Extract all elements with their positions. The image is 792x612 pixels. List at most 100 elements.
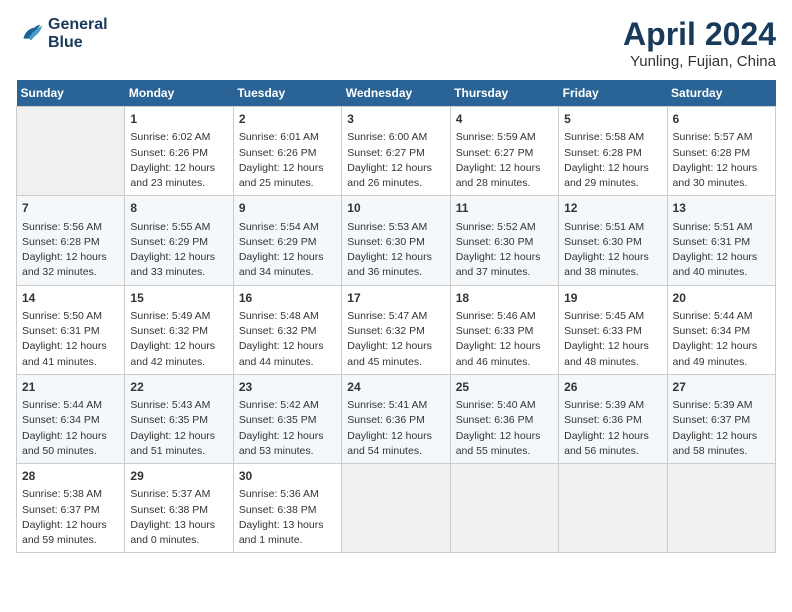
calendar-cell: 5 Sunrise: 5:58 AM Sunset: 6:28 PM Dayli… — [559, 107, 667, 196]
title-block: April 2024 Yunling, Fujian, China — [623, 16, 776, 70]
calendar-cell — [342, 464, 450, 553]
day-number: 3 — [347, 111, 444, 128]
sunset: Sunset: 6:35 PM — [130, 414, 208, 426]
day-number: 27 — [673, 379, 770, 396]
calendar-cell — [17, 107, 125, 196]
sunset: Sunset: 6:32 PM — [347, 325, 425, 337]
sunset: Sunset: 6:30 PM — [456, 236, 534, 248]
day-number: 17 — [347, 290, 444, 307]
sunset: Sunset: 6:29 PM — [130, 236, 208, 248]
sunset: Sunset: 6:36 PM — [347, 414, 425, 426]
calendar-table: Sunday Monday Tuesday Wednesday Thursday… — [16, 80, 776, 553]
sunrise: Sunrise: 5:56 AM — [22, 221, 102, 233]
col-monday: Monday — [125, 80, 233, 107]
calendar-week-3: 14 Sunrise: 5:50 AM Sunset: 6:31 PM Dayl… — [17, 285, 776, 374]
sunset: Sunset: 6:31 PM — [22, 325, 100, 337]
calendar-cell: 30 Sunrise: 5:36 AM Sunset: 6:38 PM Dayl… — [233, 464, 341, 553]
sunset: Sunset: 6:28 PM — [22, 236, 100, 248]
sunset: Sunset: 6:37 PM — [673, 414, 751, 426]
calendar-week-4: 21 Sunrise: 5:44 AM Sunset: 6:34 PM Dayl… — [17, 374, 776, 463]
daylight: Daylight: 12 hours and 58 minutes. — [673, 430, 758, 457]
calendar-cell: 10 Sunrise: 5:53 AM Sunset: 6:30 PM Dayl… — [342, 196, 450, 285]
daylight: Daylight: 12 hours and 49 minutes. — [673, 340, 758, 367]
sunrise: Sunrise: 5:39 AM — [564, 399, 644, 411]
sunset: Sunset: 6:35 PM — [239, 414, 317, 426]
sunrise: Sunrise: 6:01 AM — [239, 131, 319, 143]
day-number: 18 — [456, 290, 553, 307]
sunset: Sunset: 6:36 PM — [564, 414, 642, 426]
daylight: Daylight: 12 hours and 50 minutes. — [22, 430, 107, 457]
sunset: Sunset: 6:33 PM — [564, 325, 642, 337]
sunset: Sunset: 6:30 PM — [564, 236, 642, 248]
sunrise: Sunrise: 5:40 AM — [456, 399, 536, 411]
calendar-cell — [667, 464, 775, 553]
day-number: 1 — [130, 111, 227, 128]
day-number: 13 — [673, 200, 770, 217]
calendar-week-5: 28 Sunrise: 5:38 AM Sunset: 6:37 PM Dayl… — [17, 464, 776, 553]
sunrise: Sunrise: 5:55 AM — [130, 221, 210, 233]
calendar-cell: 13 Sunrise: 5:51 AM Sunset: 6:31 PM Dayl… — [667, 196, 775, 285]
day-number: 28 — [22, 468, 119, 485]
sunset: Sunset: 6:29 PM — [239, 236, 317, 248]
sunset: Sunset: 6:37 PM — [22, 504, 100, 516]
col-wednesday: Wednesday — [342, 80, 450, 107]
daylight: Daylight: 12 hours and 53 minutes. — [239, 430, 324, 457]
daylight: Daylight: 12 hours and 32 minutes. — [22, 251, 107, 278]
location: Yunling, Fujian, China — [623, 53, 776, 70]
sunrise: Sunrise: 5:45 AM — [564, 310, 644, 322]
sunrise: Sunrise: 5:47 AM — [347, 310, 427, 322]
logo-text: General Blue — [48, 16, 108, 52]
daylight: Daylight: 12 hours and 48 minutes. — [564, 340, 649, 367]
sunset: Sunset: 6:28 PM — [673, 147, 751, 159]
daylight: Daylight: 12 hours and 45 minutes. — [347, 340, 432, 367]
daylight: Daylight: 13 hours and 1 minute. — [239, 519, 324, 546]
calendar-cell: 15 Sunrise: 5:49 AM Sunset: 6:32 PM Dayl… — [125, 285, 233, 374]
col-tuesday: Tuesday — [233, 80, 341, 107]
daylight: Daylight: 12 hours and 28 minutes. — [456, 162, 541, 189]
daylight: Daylight: 12 hours and 36 minutes. — [347, 251, 432, 278]
calendar-cell: 2 Sunrise: 6:01 AM Sunset: 6:26 PM Dayli… — [233, 107, 341, 196]
calendar-cell: 29 Sunrise: 5:37 AM Sunset: 6:38 PM Dayl… — [125, 464, 233, 553]
sunrise: Sunrise: 5:50 AM — [22, 310, 102, 322]
col-sunday: Sunday — [17, 80, 125, 107]
daylight: Daylight: 13 hours and 0 minutes. — [130, 519, 215, 546]
col-thursday: Thursday — [450, 80, 558, 107]
sunset: Sunset: 6:28 PM — [564, 147, 642, 159]
day-number: 12 — [564, 200, 661, 217]
calendar-cell: 8 Sunrise: 5:55 AM Sunset: 6:29 PM Dayli… — [125, 196, 233, 285]
calendar-cell: 6 Sunrise: 5:57 AM Sunset: 6:28 PM Dayli… — [667, 107, 775, 196]
sunset: Sunset: 6:26 PM — [239, 147, 317, 159]
daylight: Daylight: 12 hours and 37 minutes. — [456, 251, 541, 278]
calendar-cell: 19 Sunrise: 5:45 AM Sunset: 6:33 PM Dayl… — [559, 285, 667, 374]
sunrise: Sunrise: 5:48 AM — [239, 310, 319, 322]
sunrise: Sunrise: 5:53 AM — [347, 221, 427, 233]
daylight: Daylight: 12 hours and 29 minutes. — [564, 162, 649, 189]
day-number: 20 — [673, 290, 770, 307]
calendar-cell: 3 Sunrise: 6:00 AM Sunset: 6:27 PM Dayli… — [342, 107, 450, 196]
sunset: Sunset: 6:33 PM — [456, 325, 534, 337]
calendar-week-1: 1 Sunrise: 6:02 AM Sunset: 6:26 PM Dayli… — [17, 107, 776, 196]
daylight: Daylight: 12 hours and 59 minutes. — [22, 519, 107, 546]
daylight: Daylight: 12 hours and 33 minutes. — [130, 251, 215, 278]
sunrise: Sunrise: 5:37 AM — [130, 488, 210, 500]
daylight: Daylight: 12 hours and 55 minutes. — [456, 430, 541, 457]
calendar-cell: 1 Sunrise: 6:02 AM Sunset: 6:26 PM Dayli… — [125, 107, 233, 196]
sunrise: Sunrise: 5:39 AM — [673, 399, 753, 411]
calendar-cell: 22 Sunrise: 5:43 AM Sunset: 6:35 PM Dayl… — [125, 374, 233, 463]
sunrise: Sunrise: 5:51 AM — [673, 221, 753, 233]
calendar-cell: 18 Sunrise: 5:46 AM Sunset: 6:33 PM Dayl… — [450, 285, 558, 374]
sunset: Sunset: 6:31 PM — [673, 236, 751, 248]
daylight: Daylight: 12 hours and 25 minutes. — [239, 162, 324, 189]
day-number: 29 — [130, 468, 227, 485]
daylight: Daylight: 12 hours and 44 minutes. — [239, 340, 324, 367]
daylight: Daylight: 12 hours and 41 minutes. — [22, 340, 107, 367]
sunrise: Sunrise: 6:00 AM — [347, 131, 427, 143]
sunrise: Sunrise: 5:44 AM — [673, 310, 753, 322]
daylight: Daylight: 12 hours and 54 minutes. — [347, 430, 432, 457]
calendar-cell — [559, 464, 667, 553]
sunset: Sunset: 6:38 PM — [130, 504, 208, 516]
day-number: 23 — [239, 379, 336, 396]
col-saturday: Saturday — [667, 80, 775, 107]
logo-icon — [16, 20, 44, 48]
calendar-cell: 17 Sunrise: 5:47 AM Sunset: 6:32 PM Dayl… — [342, 285, 450, 374]
